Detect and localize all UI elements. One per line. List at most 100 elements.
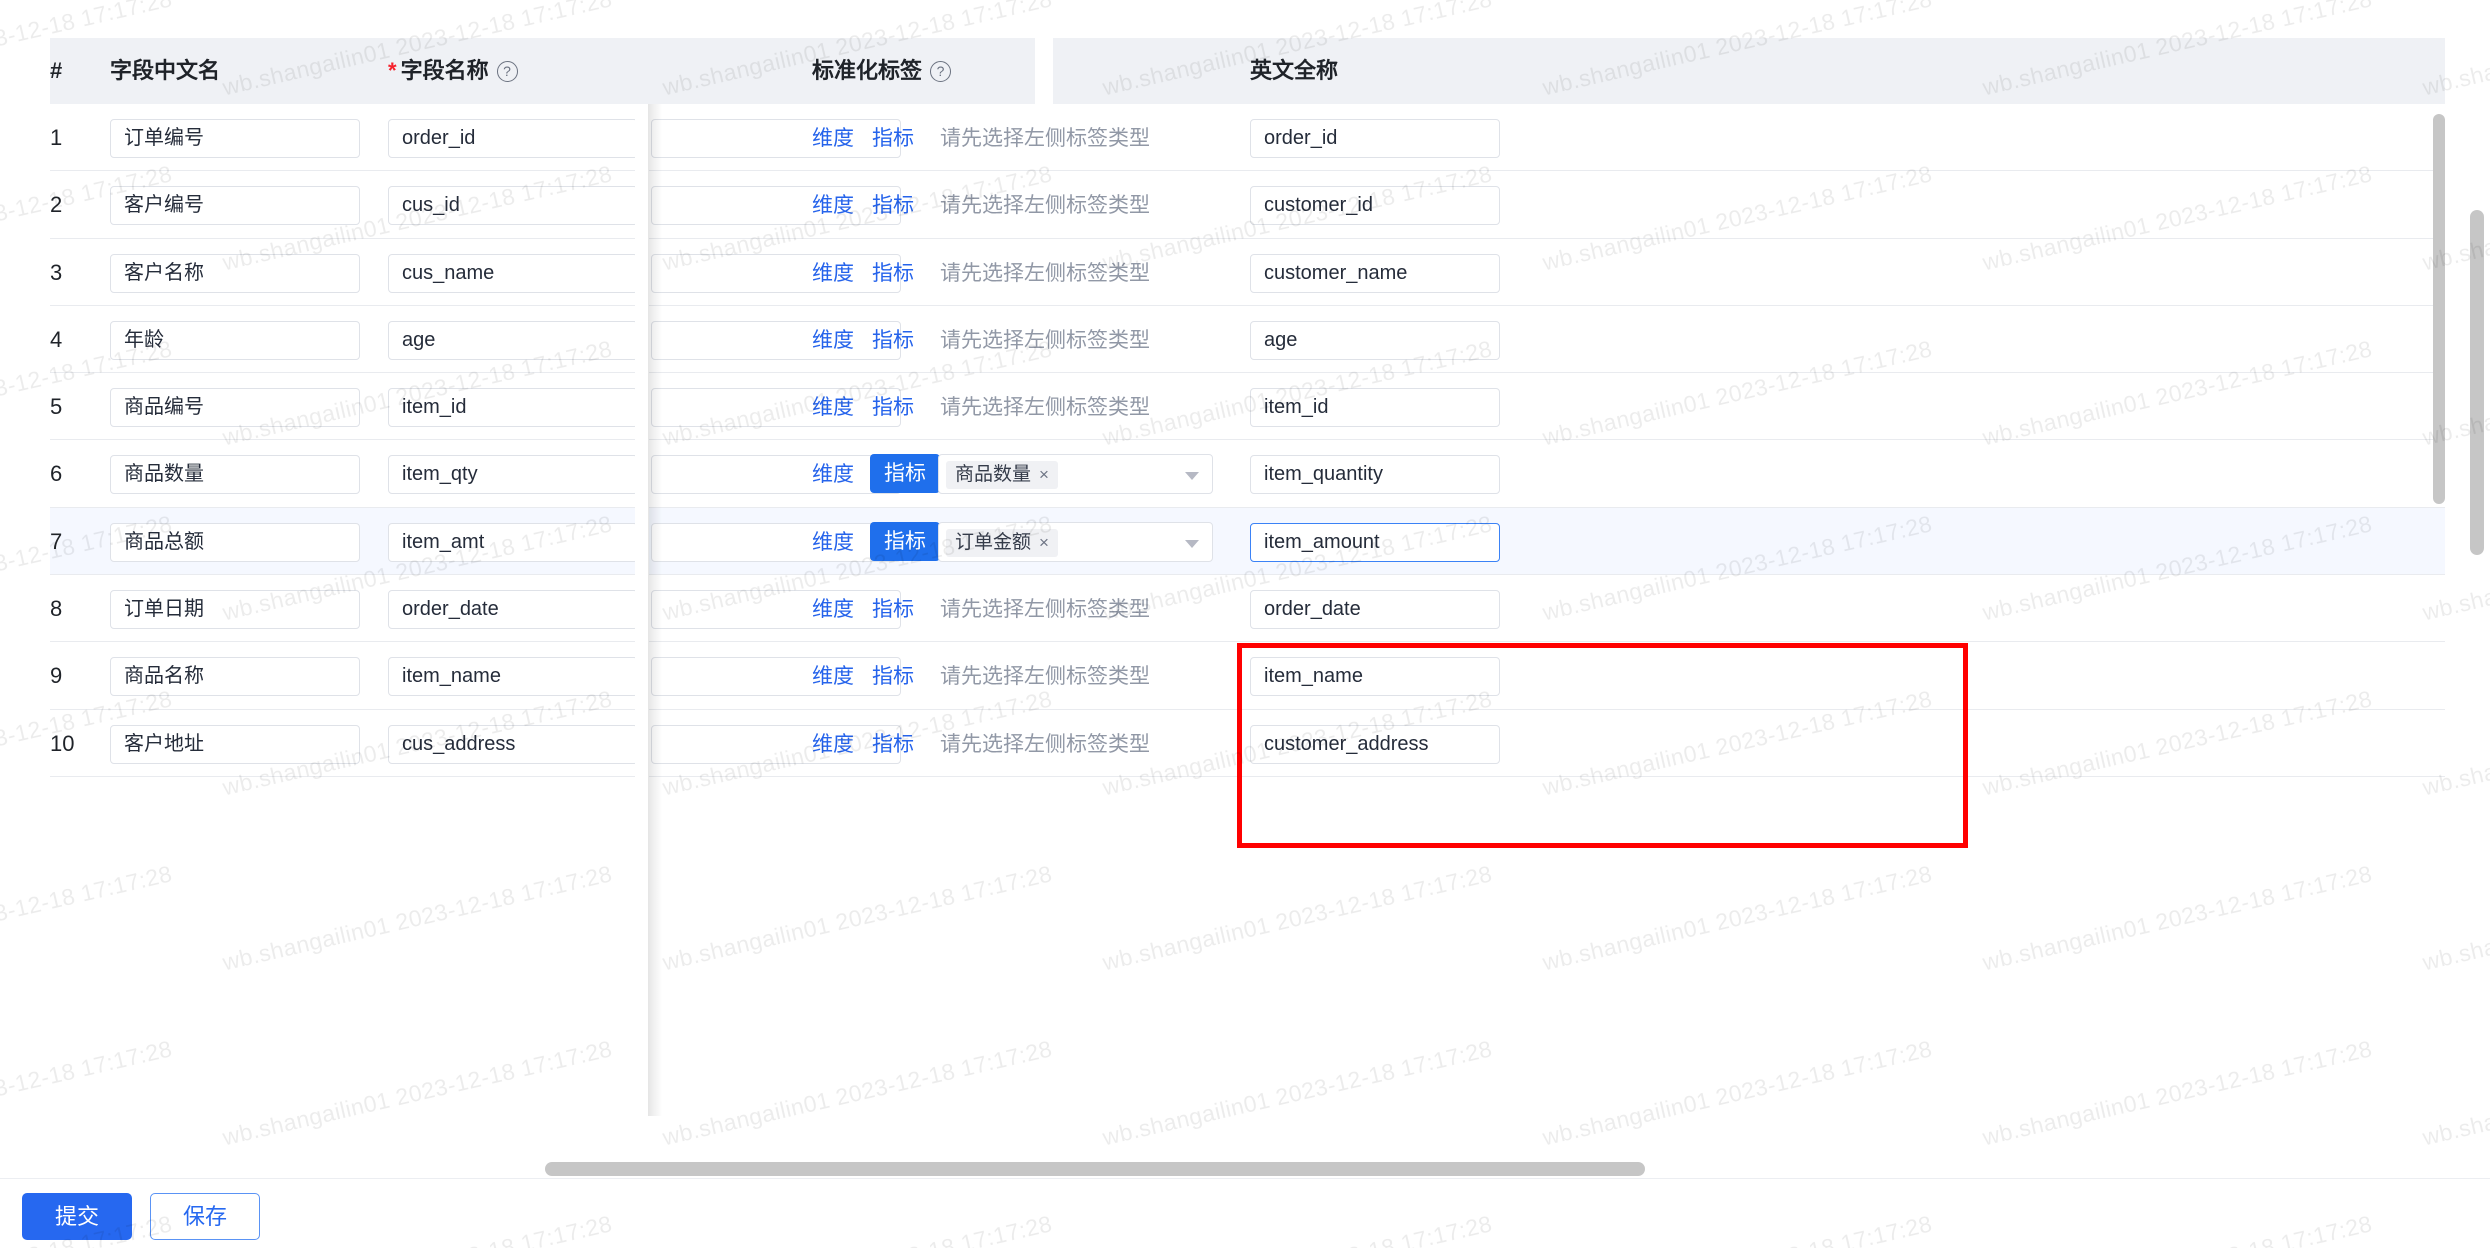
field-hidden-column-input[interactable] — [651, 657, 901, 697]
row-index: 3 — [50, 259, 63, 285]
field-hidden-column-input[interactable] — [651, 320, 901, 360]
row-index: 10 — [50, 730, 75, 756]
label-type-dimension-button[interactable]: 维度 — [812, 527, 854, 558]
field-cn-name-input[interactable]: 客户地址 — [110, 724, 360, 764]
field-cn-name-input[interactable]: 客户名称 — [110, 253, 360, 293]
field-name-input[interactable]: item_amt — [388, 522, 638, 562]
label-type-dimension-button[interactable]: 维度 — [812, 190, 854, 221]
field-cn-name-input[interactable]: 商品数量 — [110, 455, 360, 495]
label-type-metric-button[interactable]: 指标 — [870, 454, 940, 494]
field-name-input[interactable]: age — [388, 320, 638, 360]
field-hidden-column-input[interactable] — [651, 455, 901, 495]
label-type-metric-button[interactable]: 指标 — [870, 521, 940, 561]
column-header-standard-tag: 标准化标签? — [812, 38, 952, 104]
field-hidden-column-input[interactable] — [651, 724, 901, 764]
save-button[interactable]: 保存 — [150, 1193, 260, 1240]
label-type-dimension-button[interactable]: 维度 — [812, 729, 854, 760]
standard-tag-placeholder: 请先选择左侧标签类型 — [940, 194, 1150, 218]
field-hidden-column-input[interactable] — [651, 119, 901, 158]
page-vertical-scrollbar-thumb[interactable] — [2470, 210, 2484, 555]
close-icon[interactable]: × — [1039, 465, 1049, 484]
standard-tag-placeholder: 请先选择左侧标签类型 — [940, 261, 1150, 285]
label-type-dimension-button[interactable]: 维度 — [812, 459, 854, 490]
field-cn-name-input[interactable]: 客户编号 — [110, 186, 360, 226]
question-circle-icon[interactable]: ? — [930, 61, 952, 82]
field-name-input[interactable]: order_date — [388, 590, 638, 630]
label-type-dimension-button[interactable]: 维度 — [812, 258, 854, 289]
table-row: 6 商品数量 item_qty 维度 指标 商品数量 × item_quantity — [50, 440, 2445, 508]
row-index: 5 — [50, 394, 63, 420]
row-index: 2 — [50, 192, 63, 218]
field-cn-name-input[interactable]: 商品名称 — [110, 657, 360, 697]
field-name-input[interactable]: cus_id — [388, 186, 638, 226]
field-hidden-column-input[interactable] — [651, 590, 901, 630]
table-vertical-scrollbar-thumb[interactable] — [2433, 114, 2445, 504]
label-type-dimension-button[interactable]: 维度 — [812, 325, 854, 356]
english-name-input[interactable]: item_name — [1250, 657, 1500, 697]
label-type-dimension-button[interactable]: 维度 — [812, 123, 854, 154]
standard-tag-placeholder: 请先选择左侧标签类型 — [940, 665, 1150, 689]
table-horizontal-scrollbar[interactable] — [50, 1162, 2445, 1176]
english-name-input[interactable]: customer_id — [1250, 186, 1500, 226]
chevron-down-icon[interactable] — [1185, 472, 1199, 481]
table-vertical-scrollbar[interactable] — [2433, 104, 2445, 1116]
label-type-metric-button[interactable]: 指标 — [872, 594, 914, 625]
english-name-input[interactable]: customer_name — [1250, 253, 1500, 293]
field-name-input[interactable]: item_id — [388, 388, 638, 428]
page-vertical-scrollbar[interactable] — [2470, 0, 2484, 1248]
field-cn-name-input[interactable]: 订单编号 — [110, 119, 360, 158]
english-name-input[interactable]: order_id — [1250, 119, 1500, 158]
standard-tag-placeholder: 请先选择左侧标签类型 — [940, 732, 1150, 756]
table-row: 4 年龄 age 维度 指标 请先选择左侧标签类型 age — [50, 305, 2445, 374]
row-index: 7 — [50, 528, 63, 554]
english-name-input[interactable]: item_quantity — [1250, 455, 1500, 495]
form-footer: 提交 保存 — [0, 1178, 2490, 1248]
label-type-metric-button[interactable]: 指标 — [872, 325, 914, 356]
label-type-metric-button[interactable]: 指标 — [872, 392, 914, 423]
field-hidden-column-input[interactable] — [651, 253, 901, 293]
english-name-input[interactable]: item_id — [1250, 388, 1500, 428]
question-circle-icon[interactable]: ? — [496, 61, 518, 82]
table-row: 7 商品总额 item_amt 维度 指标 订单金额 × item_amount — [50, 507, 2445, 576]
column-header-cn-name: 字段中文名 — [110, 58, 221, 83]
standard-tag-placeholder: 请先选择左侧标签类型 — [940, 328, 1150, 352]
field-name-input[interactable]: cus_name — [388, 253, 638, 293]
chevron-down-icon[interactable] — [1185, 539, 1199, 548]
field-name-input[interactable]: order_id — [388, 119, 638, 158]
english-name-input[interactable]: item_amount — [1250, 522, 1500, 562]
field-hidden-column-input[interactable] — [651, 522, 901, 562]
frozen-column-divider — [1035, 38, 1053, 104]
column-header-english-name: 英文全称 — [1250, 58, 1339, 83]
label-type-metric-button[interactable]: 指标 — [872, 258, 914, 289]
field-name-input[interactable]: item_name — [388, 657, 638, 697]
table-horizontal-scrollbar-thumb[interactable] — [545, 1162, 1645, 1176]
close-icon[interactable]: × — [1039, 533, 1049, 552]
column-header-field-name: * 字段名称? — [388, 38, 518, 104]
label-type-metric-button[interactable]: 指标 — [872, 729, 914, 760]
label-type-dimension-button[interactable]: 维度 — [812, 392, 854, 423]
row-index: 8 — [50, 596, 63, 622]
field-name-input[interactable]: cus_address — [388, 724, 638, 764]
label-type-metric-button[interactable]: 指标 — [872, 190, 914, 221]
english-name-input[interactable]: order_date — [1250, 590, 1500, 630]
label-type-dimension-button[interactable]: 维度 — [812, 661, 854, 692]
standard-tag-select[interactable]: 订单金额 × — [938, 521, 1213, 562]
field-cn-name-input[interactable]: 商品总额 — [110, 522, 360, 562]
label-type-metric-button[interactable]: 指标 — [872, 661, 914, 692]
submit-button[interactable]: 提交 — [22, 1193, 132, 1240]
label-type-dimension-button[interactable]: 维度 — [812, 594, 854, 625]
english-name-input[interactable]: customer_address — [1250, 724, 1500, 764]
field-cn-name-input[interactable]: 商品编号 — [110, 388, 360, 428]
field-hidden-column-input[interactable] — [651, 186, 901, 226]
standard-tag-chip-label: 订单金额 — [955, 531, 1032, 553]
english-name-input[interactable]: age — [1250, 320, 1500, 360]
field-cn-name-input[interactable]: 年龄 — [110, 320, 360, 360]
field-name-input[interactable]: item_qty — [388, 455, 638, 495]
table-row: 8 订单日期 order_date 维度 指标 请先选择左侧标签类型 order_date — [50, 575, 2445, 643]
field-hidden-column-input[interactable] — [651, 388, 901, 428]
standard-tag-chip: 商品数量 × — [946, 461, 1058, 490]
standard-tag-select[interactable]: 商品数量 × — [938, 454, 1213, 495]
table-row: 3 客户名称 cus_name 维度 指标 请先选择左侧标签类型 customer_name — [50, 238, 2445, 306]
field-cn-name-input[interactable]: 订单日期 — [110, 590, 360, 630]
label-type-metric-button[interactable]: 指标 — [872, 123, 914, 154]
